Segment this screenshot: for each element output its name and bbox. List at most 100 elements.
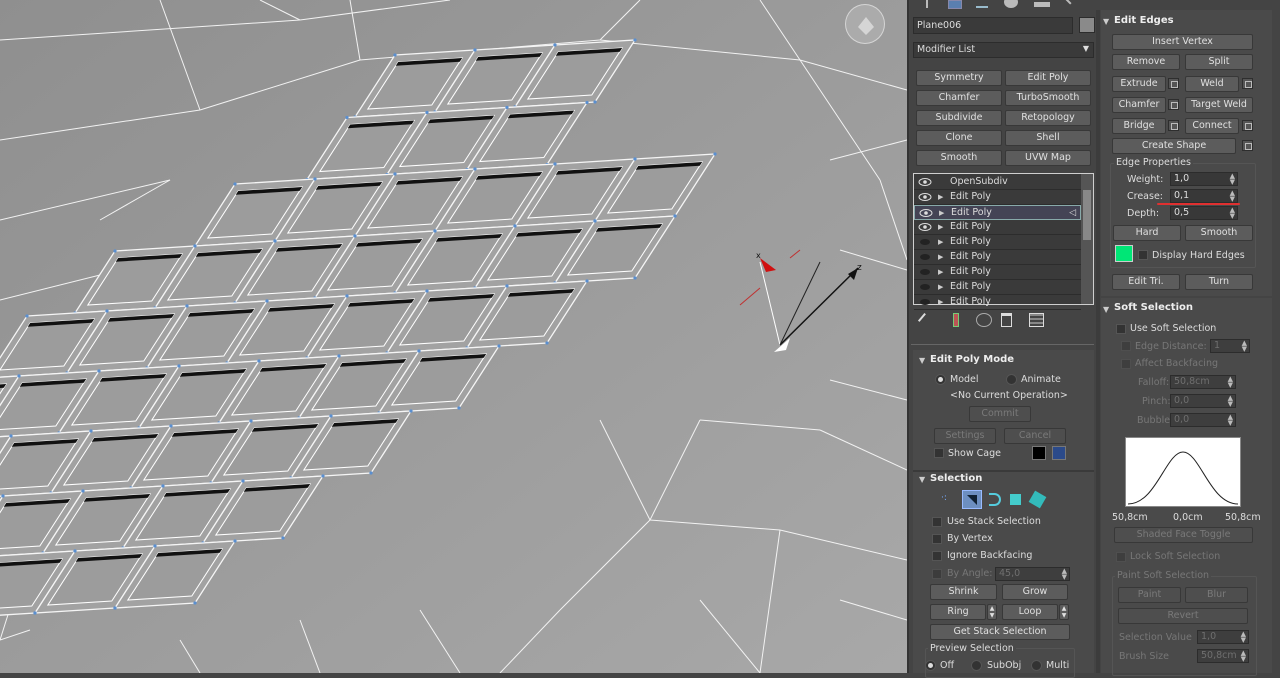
collapse-triangle-icon[interactable]: ▼	[1103, 305, 1109, 314]
remove-button[interactable]: Remove	[1112, 54, 1180, 70]
edit-poly-mode-title[interactable]: Edit Poly Mode	[930, 354, 1014, 365]
object-name-field[interactable]: Plane006	[913, 17, 1073, 34]
create-tab-icon[interactable]	[926, 0, 928, 8]
panel-scrollbar[interactable]	[1096, 10, 1100, 673]
crease-field[interactable]: 0,1 ▲ ▼	[1170, 189, 1238, 203]
lock-soft-selection-checkbox[interactable]	[1116, 552, 1126, 562]
affect-backfacing-checkbox[interactable]	[1121, 359, 1131, 369]
cage-color-2[interactable]	[1052, 446, 1066, 460]
expand-arrow-icon[interactable]: ▶	[938, 295, 943, 309]
falloff-field[interactable]: 50,8cm ▲ ▼	[1170, 375, 1236, 389]
grow-button[interactable]: Grow	[1002, 584, 1068, 600]
visibility-eye-icon[interactable]	[918, 192, 932, 202]
ring-button[interactable]: Ring	[930, 604, 986, 620]
cage-color-1[interactable]	[1032, 446, 1046, 460]
trash-icon[interactable]	[1001, 313, 1012, 327]
modifier-button[interactable]: Shell	[1005, 130, 1091, 146]
chamfer-button[interactable]: Chamfer	[1112, 97, 1166, 113]
visibility-eye-icon[interactable]	[918, 282, 932, 292]
selection-title[interactable]: Selection	[930, 473, 982, 484]
soft-selection-title[interactable]: Soft Selection	[1114, 302, 1193, 313]
stack-item[interactable]: OpenSubdiv	[914, 175, 1081, 190]
extrude-button[interactable]: Extrude	[1112, 76, 1166, 92]
ignore-backfacing-checkbox[interactable]	[932, 551, 942, 561]
utilities-tab-icon[interactable]	[1064, 0, 1072, 5]
modifier-list-dropdown[interactable]: Modifier List ▼	[913, 42, 1094, 58]
create-shape-settings-icon[interactable]	[1242, 140, 1253, 151]
loop-spinner[interactable]: ▲ ▼	[1059, 604, 1069, 620]
smooth-button[interactable]: Smooth	[1185, 225, 1253, 241]
expand-arrow-icon[interactable]: ▶	[938, 265, 943, 279]
extrude-settings-icon[interactable]	[1168, 78, 1179, 89]
modifier-button[interactable]: Clone	[916, 130, 1002, 146]
make-unique-icon[interactable]	[976, 313, 992, 327]
by-angle-checkbox[interactable]	[932, 569, 942, 579]
collapse-triangle-icon[interactable]: ▼	[919, 475, 925, 484]
by-vertex-checkbox[interactable]	[932, 534, 942, 544]
collapse-triangle-icon[interactable]: ▼	[1103, 17, 1109, 26]
connect-button[interactable]: Connect	[1185, 118, 1239, 134]
visibility-eye-icon[interactable]	[918, 177, 932, 187]
weight-field[interactable]: 1,0 ▲ ▼	[1170, 172, 1238, 186]
modifier-button[interactable]: Symmetry	[916, 70, 1002, 86]
display-hard-edges-checkbox[interactable]	[1138, 250, 1148, 260]
motion-tab-icon[interactable]	[1004, 0, 1018, 8]
viewcube[interactable]	[845, 4, 885, 44]
depth-field[interactable]: 0,5 ▲ ▼	[1170, 206, 1238, 220]
modify-tab-icon[interactable]	[948, 0, 962, 9]
border-icon[interactable]	[989, 493, 1001, 506]
shaded-face-toggle-button[interactable]: Shaded Face Toggle	[1114, 527, 1253, 543]
shrink-button[interactable]: Shrink	[930, 584, 997, 600]
modifier-button[interactable]: Edit Poly	[1005, 70, 1091, 86]
turn-button[interactable]: Turn	[1185, 274, 1253, 290]
hierarchy-tab-icon[interactable]	[976, 0, 988, 8]
stack-item[interactable]: ▶ Edit Poly	[914, 250, 1081, 265]
viewport[interactable]: zx	[0, 0, 907, 673]
collapse-triangle-icon[interactable]: ▼	[919, 356, 925, 365]
stack-item[interactable]: ▶ Edit Poly	[914, 190, 1081, 205]
viewport-mesh[interactable]: zx	[0, 0, 907, 673]
brush-size-field[interactable]: 50,8cm ▲ ▼	[1197, 649, 1249, 663]
object-color-swatch[interactable]	[1079, 17, 1095, 33]
modifier-button[interactable]: Subdivide	[916, 110, 1002, 126]
insert-vertex-button[interactable]: Insert Vertex	[1112, 34, 1253, 50]
modifier-button[interactable]: Retopology	[1005, 110, 1091, 126]
edge-distance-field[interactable]: 1 ▲ ▼	[1210, 339, 1250, 353]
stack-scrollbar-thumb[interactable]	[1083, 190, 1091, 240]
expand-arrow-icon[interactable]: ▶	[938, 250, 943, 264]
modifier-button[interactable]: TurboSmooth	[1005, 90, 1091, 106]
polygon-icon[interactable]	[1010, 494, 1021, 505]
expand-arrow-icon[interactable]: ▶	[938, 235, 943, 249]
settings-button[interactable]: Settings	[934, 428, 996, 444]
split-button[interactable]: Split	[1185, 54, 1253, 70]
stack-scrollbar[interactable]	[1081, 174, 1093, 304]
weld-settings-icon[interactable]	[1242, 78, 1253, 89]
element-icon[interactable]	[1028, 490, 1047, 509]
expand-arrow-icon[interactable]: ▶	[939, 206, 944, 220]
stack-item[interactable]: ▶ Edit Poly	[914, 235, 1081, 250]
modifier-button[interactable]: Smooth	[916, 150, 1002, 166]
target-weld-button[interactable]: Target Weld	[1185, 97, 1253, 113]
hard-edge-color-swatch[interactable]	[1115, 245, 1133, 262]
paint-button[interactable]: Paint	[1118, 587, 1181, 603]
show-cage-checkbox[interactable]	[934, 448, 944, 458]
visibility-eye-icon[interactable]	[918, 237, 932, 247]
stack-item[interactable]: ▶ Edit Poly	[914, 280, 1081, 295]
model-radio[interactable]	[935, 374, 946, 385]
stack-divider[interactable]	[911, 344, 1094, 345]
bridge-button[interactable]: Bridge	[1112, 118, 1166, 134]
vertex-icon[interactable]: ·:	[941, 493, 955, 507]
chamfer-settings-icon[interactable]	[1168, 99, 1179, 110]
hard-button[interactable]: Hard	[1113, 225, 1181, 241]
modifier-button[interactable]: Chamfer	[916, 90, 1002, 106]
ring-spinner[interactable]: ▲ ▼	[987, 604, 997, 620]
configure-sets-icon[interactable]	[1029, 313, 1044, 327]
preview-off-radio[interactable]	[925, 660, 936, 671]
blur-button[interactable]: Blur	[1185, 587, 1248, 603]
expand-arrow-icon[interactable]: ▶	[938, 190, 943, 204]
expand-arrow-icon[interactable]: ▶	[938, 280, 943, 294]
visibility-eye-icon[interactable]	[919, 208, 933, 218]
revert-button[interactable]: Revert	[1118, 608, 1248, 624]
stack-item[interactable]: ▶ Edit Poly	[914, 220, 1081, 235]
bubble-field[interactable]: 0,0 ▲ ▼	[1170, 413, 1236, 427]
